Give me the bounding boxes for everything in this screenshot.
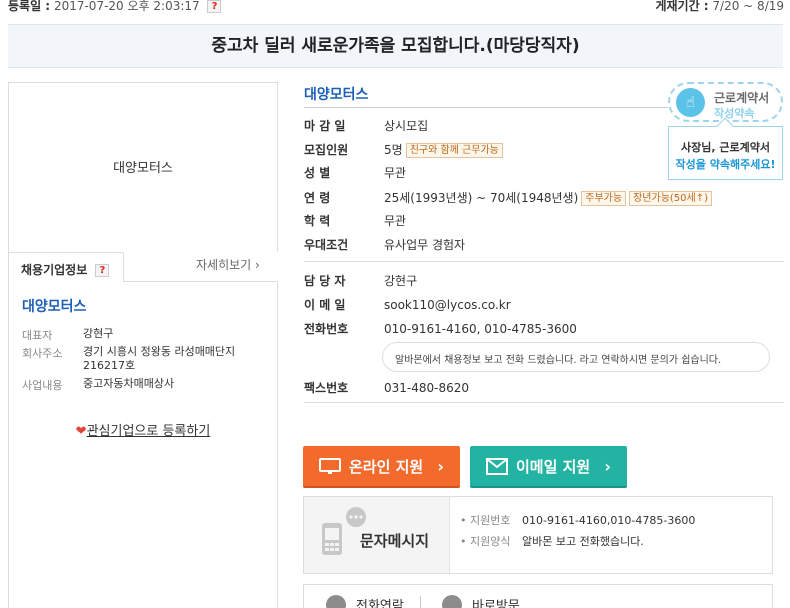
company-name[interactable]: 대양모터스 — [22, 296, 86, 316]
phone-contact-label: 전화연락 — [356, 599, 404, 608]
sms-label: • 지원양식 — [460, 535, 511, 548]
info-row-ceo: 대표자 강현구 — [22, 327, 253, 343]
tab-company-info[interactable]: 채용기업정보 ? — [8, 252, 124, 282]
contract-badge[interactable]: ☝ 근로계약서 작성약속 — [668, 82, 783, 122]
tab-company-info-label: 채용기업정보 — [21, 263, 88, 277]
info-value: 경기 시흥시 정왕동 라성매매단지 216217호 — [83, 345, 236, 372]
info-label: 회사주소 — [22, 347, 63, 360]
chevron-right-icon: › — [437, 457, 444, 476]
register-interest[interactable]: ❤관심기업으로 등록하기 — [8, 420, 278, 439]
badge-line2: 작성약속 — [714, 107, 755, 120]
visit-label: 바로방문 — [472, 599, 520, 608]
register-interest-link[interactable]: 관심기업으로 등록하기 — [87, 424, 211, 439]
period-label: 게재기간 : — [655, 0, 709, 13]
tag-with-friend: 친구와 함께 근무가능 — [405, 143, 503, 158]
sms-format-row: • 지원양식 알바몬 보고 전화했습니다. — [460, 533, 644, 549]
company-logo-box: 대양모터스 — [8, 82, 278, 252]
period-value: 7/20 ~ 8/19 — [712, 0, 784, 13]
row-label: 전화번호 — [304, 322, 349, 336]
row-value: 상시모집 — [384, 119, 429, 133]
row-education: 학 력 무관 — [304, 212, 406, 229]
sms-number-row: • 지원번호 010-9161-4160,010-4785-3600 — [460, 512, 695, 528]
row-value: 25세(1993년생) ~ 70세(1948년생) — [384, 191, 579, 205]
row-value: 5명 — [384, 143, 403, 157]
registered-value: 2017-07-20 오후 2:03:17 — [53, 0, 200, 13]
row-fax: 팩스번호 031-480-8620 — [304, 379, 469, 396]
registered-label: 등록일 : — [8, 0, 51, 13]
info-label: 대표자 — [22, 329, 53, 342]
row-manager: 담 당 자 강현구 — [304, 272, 417, 289]
row-value: 무관 — [384, 166, 407, 180]
row-label: 성 별 — [304, 166, 331, 180]
detail-view-link[interactable]: 자세히보기 › — [196, 256, 260, 273]
row-preference: 우대조건 유사업무 경험자 — [304, 236, 465, 253]
info-row-business: 사업내용 중고자동차매매상사 — [22, 377, 253, 393]
info-label: 사업내용 — [22, 379, 63, 392]
row-value: 강현구 — [384, 274, 418, 288]
tag-housewife: 주부가능 — [581, 191, 627, 206]
row-label: 마 감 일 — [304, 119, 346, 133]
contract-tooltip: 사장님, 근로계약서 작성을 약속해주세요! — [668, 117, 783, 180]
info-value: 강현구 — [83, 327, 114, 340]
row-label: 이 메 일 — [304, 298, 346, 312]
divider — [304, 107, 668, 108]
sms-value: 010-9161-4160,010-4785-3600 — [522, 514, 696, 527]
envelope-icon — [486, 458, 508, 475]
sms-header: 문자메시지 — [304, 497, 450, 573]
row-label: 학 력 — [304, 214, 331, 228]
online-apply-button[interactable]: 온라인 지원 › — [303, 446, 460, 488]
divider — [420, 596, 421, 608]
row-value: 유사업무 경험자 — [384, 238, 466, 252]
row-value: 무관 — [384, 214, 407, 228]
row-value: 031-480-8620 — [384, 381, 470, 395]
info-value: 중고자동차매매상사 — [83, 377, 175, 390]
badge-line1: 근로계약서 — [714, 91, 770, 105]
row-email: 이 메 일 sook110@lycos.co.kr — [304, 296, 511, 313]
row-label: 우대조건 — [304, 238, 349, 252]
registration-date: 등록일 : 2017-07-20 오후 2:03:17 ? — [8, 0, 222, 14]
posting-period: 게재기간 : 7/20 ~ 8/19 — [655, 0, 784, 14]
tooltip-line2: 작성을 약속해주세요! — [675, 158, 776, 171]
row-age: 연 령 25세(1993년생) ~ 70세(1948년생) 주부가능 장년가능(50세… — [304, 189, 712, 206]
row-gender: 성 별 무관 — [304, 164, 406, 181]
help-icon[interactable]: ? — [207, 0, 222, 13]
hand-icon: ☝ — [676, 88, 705, 117]
tag-senior: 장년가능(50세↑) — [629, 191, 712, 206]
row-headcount: 모집인원 5명 친구와 함께 근무가능 — [304, 141, 503, 158]
row-label: 담 당 자 — [304, 274, 346, 288]
divider — [304, 402, 784, 403]
sms-label: • 지원번호 — [460, 514, 511, 527]
help-icon[interactable]: ? — [95, 264, 110, 277]
row-deadline: 마 감 일 상시모집 — [304, 117, 428, 134]
online-apply-label: 온라인 지원 — [349, 458, 424, 476]
row-phone: 전화번호 010-9161-4160, 010-4785-3600 — [304, 320, 577, 337]
person-icon — [442, 595, 462, 608]
job-title-bar: 중고차 딜러 새로운가족을 모집합니다.(마당당직자) — [8, 24, 783, 68]
row-label: 연 령 — [304, 191, 331, 205]
contact-tip: 알바몬에서 채용정보 보고 전화 드렸습니다. 라고 연락하시면 문의가 쉽습니… — [382, 342, 770, 372]
main-company-name[interactable]: 대양모터스 — [304, 84, 368, 104]
company-logo-text: 대양모터스 — [113, 161, 173, 176]
divider — [304, 261, 784, 262]
tooltip-line1: 사장님, 근로계약서 — [681, 141, 770, 154]
email-apply-button[interactable]: 이메일 지원 › — [470, 446, 627, 488]
row-label: 모집인원 — [304, 143, 349, 157]
email-value[interactable]: sook110@lycos.co.kr — [384, 298, 511, 312]
page-title: 중고차 딜러 새로운가족을 모집합니다.(마당당직자) — [211, 36, 580, 56]
phone-icon — [326, 595, 346, 608]
row-label: 팩스번호 — [304, 381, 349, 395]
monitor-icon — [319, 458, 341, 474]
other-apply-methods: 전화연락 바로방문 — [303, 584, 773, 608]
heart-icon: ❤ — [75, 424, 87, 439]
phone-value: 010-9161-4160, 010-4785-3600 — [384, 322, 577, 336]
chevron-right-icon: › — [604, 457, 611, 476]
email-apply-label: 이메일 지원 — [516, 458, 591, 476]
sms-title: 문자메시지 — [360, 532, 430, 550]
sms-apply-box: 문자메시지 • 지원번호 010-9161-4160,010-4785-3600 … — [303, 496, 773, 574]
info-row-address: 회사주소 경기 시흥시 정왕동 라성매매단지 216217호 — [22, 345, 253, 373]
sms-value: 알바몬 보고 전화했습니다. — [522, 535, 644, 548]
